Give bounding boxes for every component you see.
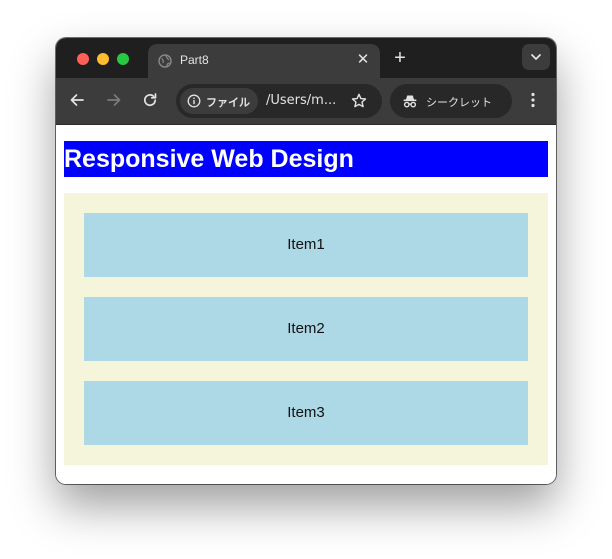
minimize-window-button[interactable] <box>97 53 109 65</box>
item-box: Item2 <box>84 297 528 361</box>
item-container: Item1 Item2 Item3 <box>64 193 548 465</box>
plus-icon[interactable]: + <box>390 48 410 68</box>
chevron-down-icon <box>531 54 541 60</box>
incognito-icon <box>403 95 417 108</box>
item-box: Item1 <box>84 213 528 277</box>
url-text[interactable]: /Users/m... <box>266 93 336 108</box>
close-window-button[interactable] <box>77 53 89 65</box>
forward-icon[interactable] <box>105 91 123 109</box>
address-bar[interactable]: ファイル /Users/m... <box>176 84 382 118</box>
star-icon[interactable] <box>350 92 368 110</box>
reload-icon[interactable] <box>141 91 159 109</box>
page-heading: Responsive Web Design <box>64 141 548 177</box>
page-viewport: Responsive Web Design Item1 Item2 Item3 <box>56 125 556 484</box>
maximize-window-button[interactable] <box>117 53 129 65</box>
site-info-chip[interactable]: ファイル <box>180 88 258 114</box>
tab-part8[interactable]: Part8 ✕ <box>148 44 380 78</box>
item-box: Item3 <box>84 381 528 445</box>
tab-title: Part8 <box>180 53 209 67</box>
tab-strip: Part8 ✕ + <box>56 38 556 78</box>
browser-toolbar: ファイル /Users/m... シークレット <box>56 78 556 125</box>
incognito-label: シークレット <box>426 97 492 109</box>
globe-icon <box>158 54 172 68</box>
more-icon[interactable] <box>524 91 542 109</box>
back-icon[interactable] <box>68 91 86 109</box>
browser-window: Part8 ✕ + ファイル /Users/m... シークレット Respon… <box>56 38 556 484</box>
close-icon[interactable]: ✕ <box>355 52 371 68</box>
info-icon <box>187 94 201 108</box>
security-chip-label: ファイル <box>206 97 250 109</box>
tab-search-button[interactable] <box>522 44 550 70</box>
incognito-indicator[interactable]: シークレット <box>390 84 512 118</box>
